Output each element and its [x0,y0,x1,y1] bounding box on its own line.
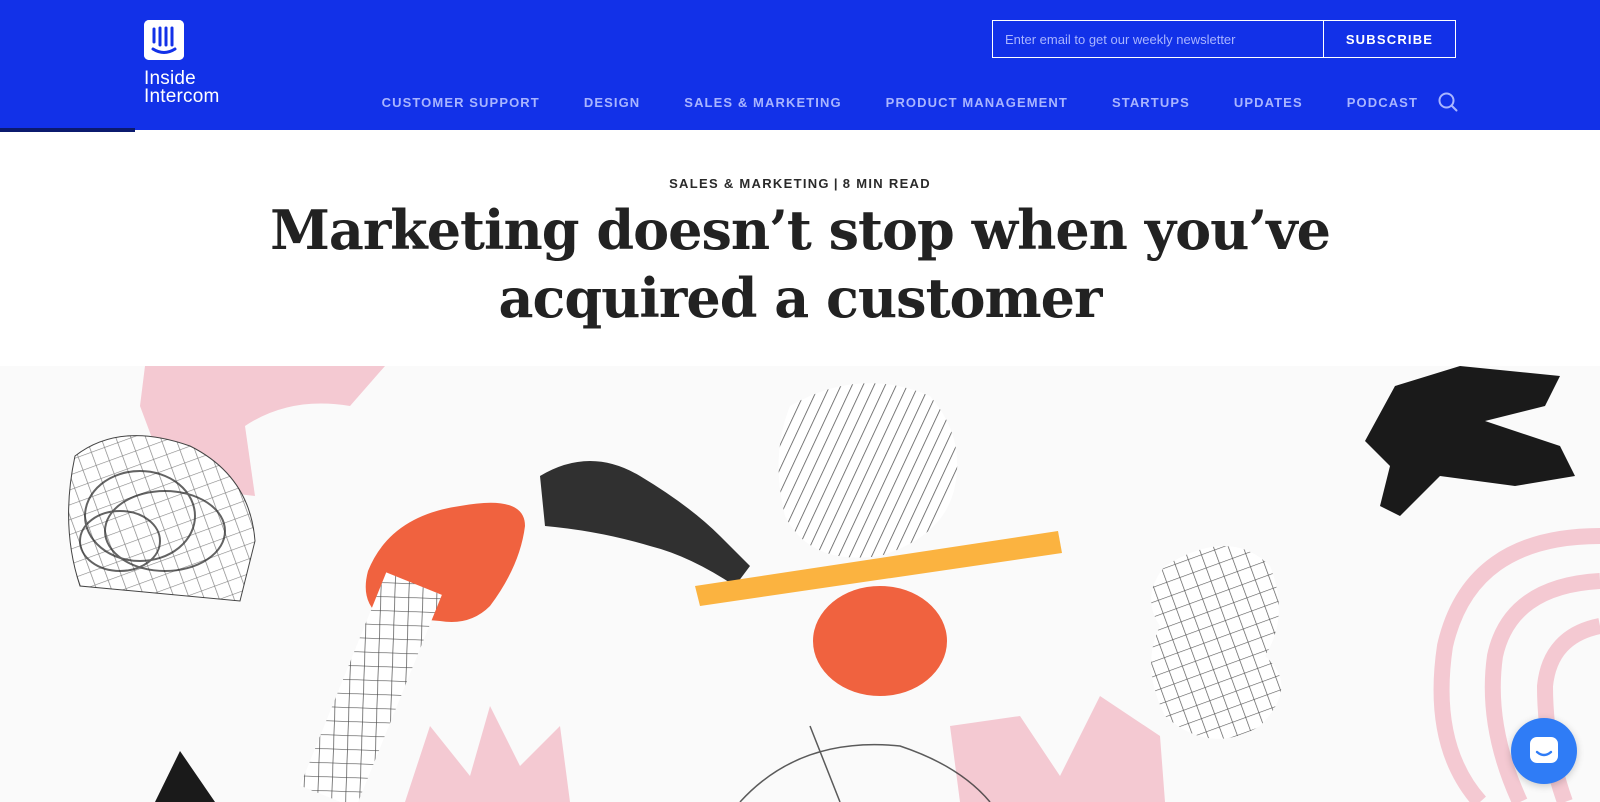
article-meta: SALES & MARKETING | 8 MIN READ [0,176,1600,191]
site-name: Inside Intercom [144,69,264,107]
meta-separator: | [833,176,839,191]
nav-item-sales-marketing[interactable]: SALES & MARKETING [684,95,841,110]
hero-illustration [0,366,1600,802]
article-category-link[interactable]: SALES & MARKETING [669,176,830,191]
read-time: 8 MIN READ [842,176,931,191]
nav-item-startups[interactable]: STARTUPS [1112,95,1190,110]
nav-item-podcast[interactable]: PODCAST [1347,95,1418,110]
nav-item-product-management[interactable]: PRODUCT MANAGEMENT [886,95,1068,110]
newsletter-form: SUBSCRIBE [992,20,1456,58]
nav-item-customer-support[interactable]: CUSTOMER SUPPORT [382,95,540,110]
article-title: Marketing doesn’t stop when you’ve acqui… [270,198,1331,330]
site-header: Inside Intercom SUBSCRIBE CUSTOMER SUPPO… [0,0,1600,130]
main-nav: CUSTOMER SUPPORT DESIGN SALES & MARKETIN… [382,92,1418,112]
newsletter-email-input[interactable] [993,21,1323,57]
intercom-logo-icon [144,20,184,60]
search-icon[interactable] [1437,91,1459,113]
chat-bubble-icon [1530,737,1558,763]
site-name-line2: Intercom [144,86,220,107]
nav-item-updates[interactable]: UPDATES [1234,95,1303,110]
subscribe-button[interactable]: SUBSCRIBE [1323,21,1455,57]
nav-item-design[interactable]: DESIGN [584,95,640,110]
header-active-indicator [0,128,135,132]
chat-launcher-button[interactable] [1511,718,1577,784]
site-logo[interactable]: Inside Intercom [144,20,219,106]
